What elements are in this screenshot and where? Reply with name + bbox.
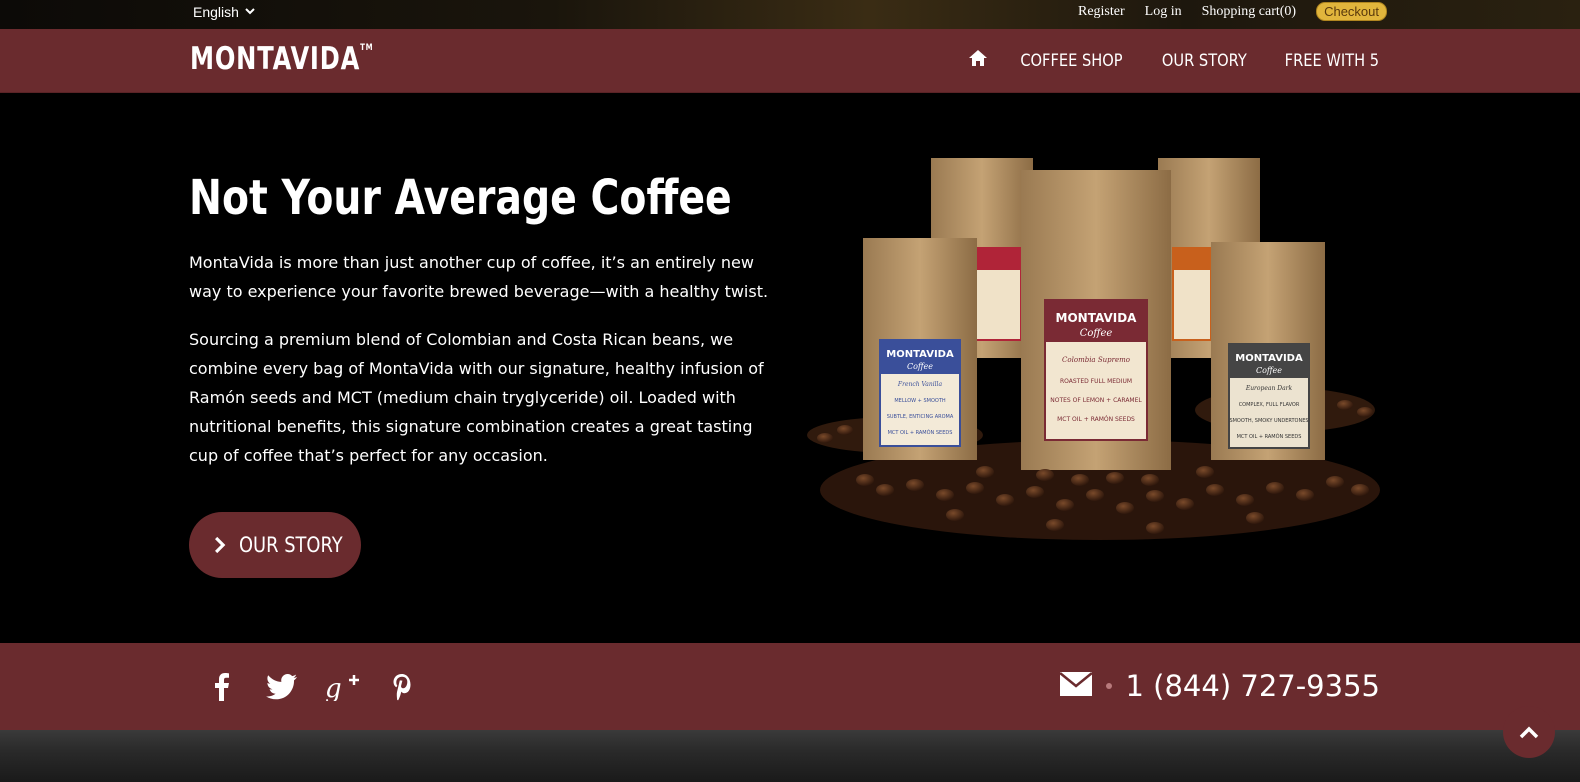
shopping-cart-link[interactable]: Shopping cart(0) (1202, 4, 1296, 20)
chevron-up-icon (1519, 726, 1539, 739)
bag-left-brand: MONTAVIDA (886, 349, 954, 360)
separator-dot (1105, 683, 1112, 689)
bag-right-line1: COMPLEX, FULL FLAVOR (1239, 402, 1300, 408)
chevron-right-icon (215, 536, 226, 554)
hero-paragraph-sourcing: Sourcing a premium blend of Colombian an… (189, 330, 764, 465)
language-selector[interactable]: English (193, 4, 255, 20)
chevron-down-icon (245, 7, 255, 18)
nav-free-with-5[interactable]: FREE WITH 5 (1285, 51, 1379, 71)
main-nav: COFFEE SHOP OUR STORY FREE WITH 5 (968, 49, 1387, 72)
montavida-logo[interactable]: MONTAVIDATM (190, 41, 373, 77)
account-links: Register Log in Shopping cart(0) Checkou… (1078, 2, 1387, 21)
home-icon[interactable] (968, 49, 988, 72)
bag-left-flavor: French Vanilla (897, 381, 943, 388)
nav-coffee-shop[interactable]: COFFEE SHOP (1020, 51, 1122, 71)
logo-text: MONTAVIDA (190, 41, 361, 77)
main-navbar: MONTAVIDATM COFFEE SHOP OUR STORY FREE W… (0, 29, 1580, 93)
bag-center-flavor: Colombia Supremo (1062, 356, 1130, 364)
bag-right-line3: MCT OIL + RAMÓN SEEDS (1237, 433, 1302, 440)
bag-center-brand: MONTAVIDA (1056, 311, 1138, 325)
facebook-icon[interactable] (205, 671, 239, 703)
bag-right-flavor: European Dark (1245, 385, 1293, 392)
svg-text:g: g (325, 674, 342, 701)
bag-left-sub: Coffee (907, 362, 933, 371)
bag-right-brand: MONTAVIDA (1235, 353, 1303, 364)
twitter-icon[interactable] (265, 671, 299, 703)
european-dark-label: MONTAVIDA Coffee European Dark COMPLEX, … (1228, 343, 1310, 449)
register-link[interactable]: Register (1078, 4, 1125, 20)
french-vanilla-label: MONTAVIDA Coffee French Vanilla MELLOW +… (879, 339, 961, 447)
footer-band: g 1 (844) 727-9355 (0, 643, 1580, 730)
bag-left-line1: MELLOW + SMOOTH (894, 398, 946, 404)
bag-right-sub: Coffee (1256, 366, 1282, 375)
colombia-supremo-label: MONTAVIDA Coffee Colombia Supremo ROASTE… (1044, 299, 1148, 441)
bag-right-line2: SMOOTH, SMOKY UNDERTONES (1229, 418, 1308, 424)
login-link[interactable]: Log in (1145, 4, 1182, 20)
bag-center-line3: MCT OIL + RAMÓN SEEDS (1057, 416, 1135, 423)
scroll-to-top-button[interactable] (1503, 706, 1555, 758)
social-links: g (205, 671, 419, 703)
trademark-mark: TM (360, 43, 374, 53)
bag-center-line2: NOTES OF LEMON + CARAMEL (1050, 397, 1142, 404)
phone-number[interactable]: 1 (844) 727-9355 (1126, 669, 1381, 703)
bag-left-line2: SUBTLE, ENTICING AROMA (887, 414, 954, 420)
our-story-button-label: OUR STORY (239, 533, 343, 557)
email-icon[interactable] (1058, 671, 1093, 701)
google-plus-icon[interactable]: g (325, 671, 359, 703)
bottom-background-strip (0, 730, 1580, 782)
pinterest-icon[interactable] (385, 671, 419, 703)
contact-info: 1 (844) 727-9355 (1058, 669, 1381, 703)
nav-our-story[interactable]: OUR STORY (1162, 51, 1247, 71)
bag-center-sub: Coffee (1080, 328, 1113, 339)
bag-center-line1: ROASTED FULL MEDIUM (1060, 378, 1132, 385)
coffee-bags-image: MONTAVIDA Coffee French Vanilla MELLOW +… (807, 158, 1380, 540)
checkout-button[interactable]: Checkout (1316, 2, 1387, 21)
hero-paragraph-intro: MontaVida is more than just another cup … (189, 253, 769, 301)
our-story-button[interactable]: OUR STORY (189, 512, 361, 578)
bag-left-line3: MCT OIL + RAMÓN SEEDS (888, 429, 953, 436)
top-utility-bar: English Register Log in Shopping cart(0)… (0, 0, 1580, 29)
hero-title: Not Your Average Coffee (189, 170, 732, 226)
language-label: English (193, 4, 239, 20)
